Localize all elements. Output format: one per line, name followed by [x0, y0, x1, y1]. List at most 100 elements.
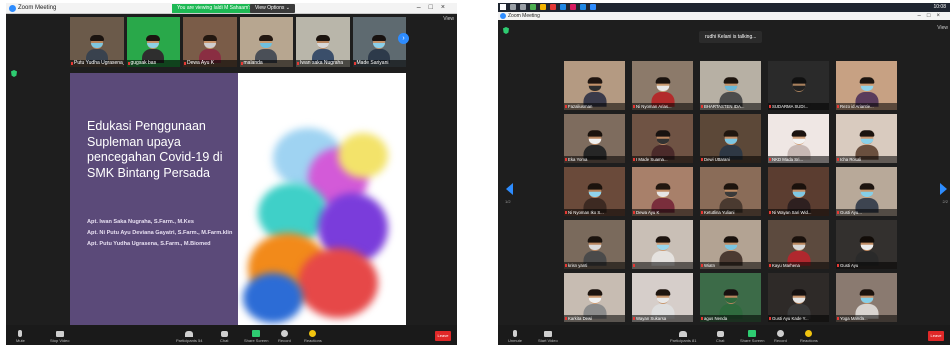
- participant-video-tile[interactable]: Dewa Ayu K: [632, 167, 693, 216]
- participant-video-figure: [854, 130, 879, 160]
- gallery-view-grid: Fazaliusman Ni Nyoman Arias... BHARTASTEN …: [564, 61, 898, 325]
- shield-icon[interactable]: [503, 27, 509, 34]
- participant-video-tile[interactable]: Fazaliusman: [564, 61, 625, 110]
- hair-shape: [859, 289, 874, 296]
- reactions-button[interactable]: Reactions: [304, 330, 322, 343]
- participant-video-tile[interactable]: Yoga Manda...: [836, 273, 897, 322]
- window-controls[interactable]: –□×: [918, 12, 946, 20]
- participant-video-tile[interactable]: Wiatn: [700, 220, 761, 269]
- participant-video-figure: [786, 236, 811, 266]
- participant-video-tile[interactable]: SUDARMA SUDI...: [768, 61, 829, 110]
- windows-start-icon[interactable]: [500, 4, 506, 10]
- participant-video-figure: [650, 77, 675, 107]
- participant-video-tile[interactable]: Kayu Marhena: [768, 220, 829, 269]
- hair-shape: [202, 35, 217, 41]
- participant-video-tile[interactable]: Ni Nyoman Iko S...: [564, 167, 625, 216]
- page: Zoom Meeting –□× You are viewing Ialdi M…: [0, 0, 952, 349]
- face-mask-shape: [203, 43, 216, 48]
- participant-video-tile[interactable]: Ketutlina Yuliani: [700, 167, 761, 216]
- participant-video-tile[interactable]: Ni Nyoman Arias...: [632, 61, 693, 110]
- start-video-button[interactable]: Start Video: [538, 331, 558, 343]
- microphone-icon: [18, 330, 23, 337]
- window-controls[interactable]: –□×: [417, 3, 453, 13]
- view-button[interactable]: View: [443, 16, 454, 22]
- mute-button[interactable]: Mute: [16, 330, 25, 343]
- video-camera-off-icon: [543, 331, 552, 337]
- leave-button[interactable]: Leave: [435, 331, 451, 341]
- hair-shape: [791, 236, 806, 243]
- participants-button[interactable]: Participants 54: [176, 331, 202, 343]
- participant-video-tile[interactable]: Ni Wayan Sari Wid...: [768, 167, 829, 216]
- share-screen-button[interactable]: Share Screen: [244, 330, 268, 343]
- browser-icon[interactable]: [560, 4, 566, 10]
- app-icon[interactable]: [530, 4, 536, 10]
- hair-shape: [791, 183, 806, 190]
- participants-label: Participants: [176, 338, 197, 343]
- participant-video-tile[interactable]: Dewi Uttarani: [700, 114, 761, 163]
- face-mask-shape: [260, 43, 273, 48]
- minimize-button[interactable]: –: [417, 4, 429, 11]
- participant-thumbnail[interactable]: gugsak bas: [126, 17, 180, 67]
- record-button[interactable]: Record: [278, 330, 291, 343]
- participant-thumbnail[interactable]: Putu Yudha Ugrasena_ap: [70, 17, 124, 67]
- app-icon[interactable]: [550, 4, 556, 10]
- participant-video-tile[interactable]: I Made Suama...: [632, 114, 693, 163]
- stop-video-button[interactable]: Stop Video: [50, 331, 70, 343]
- search-icon[interactable]: [510, 4, 516, 10]
- share-screen-button[interactable]: Share Screen: [740, 330, 764, 343]
- chat-button[interactable]: Chat: [716, 331, 724, 343]
- share-screen-label: Share Screen: [740, 338, 765, 343]
- participant-thumbnail[interactable]: Iwan saka Nugraha: [296, 17, 350, 67]
- task-view-icon[interactable]: [520, 4, 526, 10]
- record-button[interactable]: Record: [774, 330, 787, 343]
- participant-video-tile[interactable]: Karkita Dewi: [564, 273, 625, 322]
- participant-thumbnail[interactable]: Dewa Ayu K: [183, 17, 237, 67]
- reactions-label: Reactions: [800, 338, 818, 343]
- participant-video-tile[interactable]: Gusti Ayu Kade Y...: [768, 273, 829, 322]
- chat-label: Chat: [716, 338, 725, 343]
- participant-video-figure: [142, 35, 165, 63]
- close-button[interactable]: ×: [936, 13, 946, 19]
- shield-icon[interactable]: [11, 70, 17, 77]
- close-button[interactable]: ×: [441, 4, 453, 11]
- participant-video-tile[interactable]: Gusti Ayu: [836, 220, 897, 269]
- participant-thumbnail[interactable]: Made Sariyani: [352, 17, 406, 67]
- hair-shape: [587, 77, 602, 84]
- reactions-label: Reactions: [304, 338, 322, 343]
- previous-page-icon[interactable]: [506, 183, 513, 195]
- minimize-button[interactable]: –: [918, 13, 927, 19]
- participant-video-tile[interactable]: [632, 220, 693, 269]
- participant-video-tile[interactable]: NKD Mada Sri...: [768, 114, 829, 163]
- leave-button[interactable]: Leave: [928, 331, 944, 341]
- zoom-taskbar-icon[interactable]: [590, 4, 596, 10]
- participant-video-tile[interactable]: Rezo id Ariantie...: [836, 61, 897, 110]
- participant-video-tile[interactable]: agus Nenda: [700, 273, 761, 322]
- participant-video-tile[interactable]: Wayan Sukarsa: [632, 273, 693, 322]
- participant-name: Dewa Ayu K: [183, 60, 237, 67]
- view-options-button[interactable]: View Options ⌄: [250, 4, 295, 13]
- hair-shape: [655, 236, 670, 243]
- participants-button[interactable]: Participants 81: [670, 331, 696, 343]
- unmute-button[interactable]: Unmute: [508, 330, 522, 343]
- participant-video-tile[interactable]: krisn yanti: [564, 220, 625, 269]
- next-page-icon[interactable]: [940, 183, 947, 195]
- participant-name: agus Nenda: [700, 315, 761, 322]
- app-icon[interactable]: [580, 4, 586, 10]
- participant-video-tile[interactable]: BHARTASTEN IDA...: [700, 61, 761, 110]
- face-mask-shape: [373, 43, 386, 48]
- view-button[interactable]: View: [937, 25, 948, 31]
- chat-button[interactable]: Chat: [220, 331, 228, 343]
- maximize-button[interactable]: □: [429, 4, 441, 11]
- participant-thumbnail[interactable]: malanda: [239, 17, 293, 67]
- participant-video-tile[interactable]: Eka Yoma: [564, 114, 625, 163]
- participant-name: Fazaliusman: [564, 103, 625, 110]
- folder-icon[interactable]: [540, 4, 546, 10]
- hair-shape: [859, 77, 874, 84]
- participant-video-tile[interactable]: Icha Rosali: [836, 114, 897, 163]
- reactions-button[interactable]: Reactions: [800, 330, 818, 343]
- participant-video-tile[interactable]: Gusti Ayu...: [836, 167, 897, 216]
- participants-count: 81: [692, 338, 697, 343]
- next-page-button[interactable]: ›: [398, 33, 409, 44]
- participant-name: Iwan saka Nugraha: [296, 60, 350, 67]
- app-icon[interactable]: [570, 4, 576, 10]
